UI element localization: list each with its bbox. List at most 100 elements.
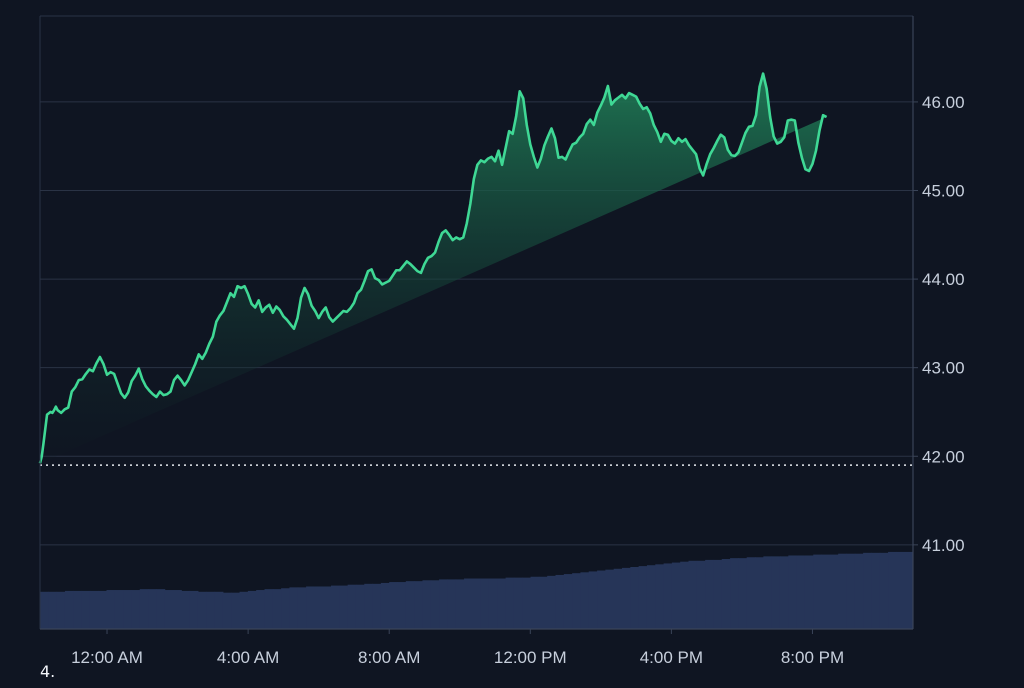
volume-bar (73, 590, 83, 629)
volume-bar (705, 559, 714, 629)
volume-bar (547, 575, 556, 629)
volume-bar (738, 558, 748, 629)
volume-bar (505, 577, 515, 629)
volume-bar (81, 590, 91, 629)
volume-bar (364, 583, 374, 629)
volume-bar (730, 558, 739, 629)
volume-bar (389, 582, 399, 629)
volume-bar (871, 552, 881, 629)
volume-bar (264, 589, 274, 629)
volume-bar (821, 554, 831, 629)
volume-bar (231, 592, 241, 629)
y-tick-label: 45.00 (922, 182, 965, 201)
volume-bar (472, 578, 482, 629)
y-tick-label: 41.00 (922, 536, 965, 555)
volume-bar (405, 581, 415, 629)
price-chart: 41.00 42.00 43.00 44.00 45.00 46.00 12:00 AM 4… (0, 0, 1024, 683)
volume-bar (597, 570, 606, 629)
y-tick-label: 43.00 (922, 359, 965, 378)
x-tick-label: 12:00 AM (71, 648, 143, 667)
x-tick-label: 12:00 PM (494, 648, 567, 667)
volume-bar (139, 589, 149, 629)
volume-bar (646, 565, 656, 629)
volume-bar (414, 581, 423, 629)
y-tick-label: 44.00 (922, 270, 965, 289)
volume-bar (331, 585, 340, 629)
volume-bar (56, 591, 66, 629)
y-tick-label: 46.00 (922, 93, 965, 112)
volume-bar (588, 571, 598, 629)
volume-bar (696, 560, 706, 629)
axes (39, 15, 914, 630)
volume-bar (380, 582, 390, 629)
volume-bar (347, 584, 357, 629)
volume-bar (173, 590, 182, 629)
y-tick-label: 42.00 (922, 447, 965, 466)
volume-bar (721, 559, 731, 629)
volume-bar (281, 588, 290, 629)
x-tick-label: 4:00 AM (217, 648, 279, 667)
volume-bar (131, 590, 141, 629)
volume-bar (771, 556, 781, 629)
volume-bar (755, 557, 764, 629)
volume-bar (563, 574, 573, 629)
volume-bar (256, 590, 265, 629)
volume-bar (522, 577, 532, 629)
volume-bar (114, 590, 124, 629)
volume-bar (214, 591, 224, 629)
volume-bar (464, 578, 473, 629)
volume-bar (156, 589, 166, 629)
volume-bar (422, 580, 432, 629)
volume-bar (98, 590, 108, 629)
volume-bar (788, 555, 798, 629)
volume-bar (888, 551, 897, 629)
volume-bar (497, 578, 507, 629)
volume-bar (289, 587, 299, 629)
volume-bar (605, 569, 615, 629)
volume-bar (863, 552, 872, 629)
volume-bar (306, 586, 315, 629)
volume-bar (663, 563, 673, 629)
volume-bar (488, 578, 498, 629)
volume-bar (779, 556, 789, 629)
volume-bar (355, 584, 365, 629)
volume-bar (879, 552, 889, 629)
volume-bar (397, 582, 407, 629)
volume-bar (813, 554, 823, 629)
x-tick-label: 4:00 PM (640, 648, 703, 667)
volume-bar (688, 560, 698, 629)
volume-bar (189, 590, 199, 629)
chart-svg: 41.00 42.00 43.00 44.00 45.00 46.00 12:00 AM 4… (38, 15, 965, 667)
volume-bar (297, 587, 307, 629)
volume-bar (896, 551, 906, 629)
volume-bar (763, 556, 773, 629)
x-tick-label: 8:00 PM (781, 648, 844, 667)
volume-bar (480, 578, 490, 629)
volume-bar (513, 577, 523, 629)
volume-bar (164, 590, 174, 629)
volume-bar (630, 566, 640, 629)
volume-bar (197, 591, 207, 629)
volume-bar (447, 579, 457, 629)
volume-bar (572, 573, 581, 629)
volume-bar (638, 566, 648, 629)
volume-bar (904, 551, 914, 629)
volume-bar (829, 554, 839, 629)
volume-bar (372, 583, 382, 629)
volume-bar (538, 576, 548, 629)
volume-bar (671, 562, 681, 629)
volume-bar (439, 579, 448, 629)
volume-bar (89, 590, 99, 629)
volume-bar (106, 590, 116, 629)
volume-bar (680, 561, 690, 629)
volume-bar (123, 590, 132, 629)
corner-text: 4. (40, 662, 56, 681)
volume-bar (148, 589, 157, 629)
volume-bar (322, 586, 332, 629)
volume-bar (40, 591, 49, 629)
volume-bar (796, 555, 806, 629)
x-axis-labels: 12:00 AM 4:00 AM 8:00 AM 12:00 PM 4:00 PM 8:0… (71, 629, 844, 667)
x-tick-label: 8:00 AM (358, 648, 420, 667)
volume-bar (455, 579, 465, 629)
volume-bar (580, 572, 590, 629)
